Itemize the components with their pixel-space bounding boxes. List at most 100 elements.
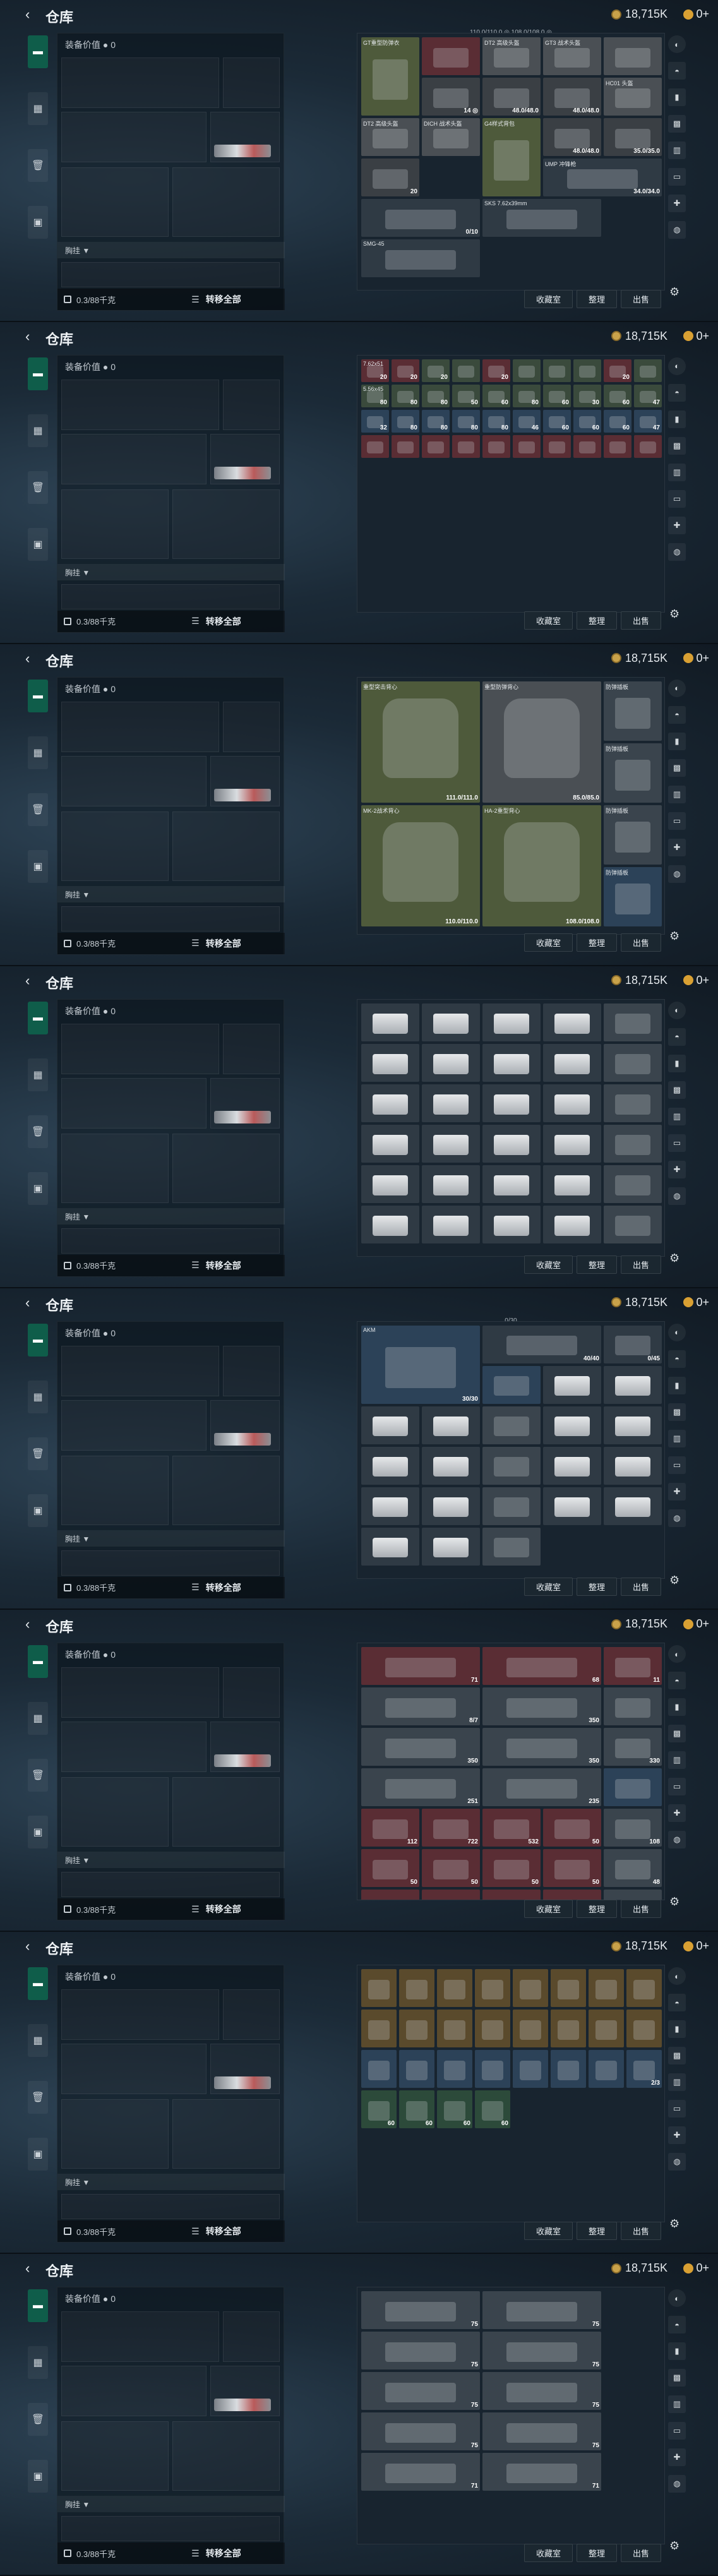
helmet-slot[interactable] [61, 1455, 169, 1525]
knife-item[interactable] [214, 466, 271, 479]
storage-item[interactable]: 48 [604, 1849, 662, 1888]
storage-item[interactable]: 75 [361, 2412, 480, 2451]
back-arrow-icon[interactable]: ‹ [25, 973, 42, 989]
storage-item[interactable] [589, 2050, 624, 2088]
bag-icon[interactable]: ▥ [668, 1429, 686, 1447]
chest-rig-bar[interactable]: 胸挂 ▼ [57, 1852, 285, 1869]
storage-item[interactable] [422, 1124, 480, 1163]
backpack-slot[interactable] [61, 906, 280, 932]
ammo-icon[interactable]: ▮ [668, 1054, 686, 1072]
storage-item[interactable]: 20 [392, 359, 419, 382]
storage-item[interactable]: 20 [604, 359, 631, 382]
storage-item[interactable]: HA-2重型背心 108.0/108.0 [482, 805, 601, 926]
collection-room-button[interactable]: 收藏室 [524, 2543, 573, 2562]
storage-item[interactable] [543, 1406, 601, 1444]
storage-item[interactable]: 14 ◎ [422, 78, 480, 116]
storage-item[interactable] [392, 434, 419, 458]
pistol-icon[interactable]: ▬ [28, 1001, 48, 1034]
storage-item[interactable]: 80 [422, 409, 450, 433]
chest-rig-bar[interactable]: 胸挂 ▼ [57, 1530, 285, 1547]
storage-item[interactable]: 75 [361, 2372, 480, 2411]
storage-item[interactable]: 防弹插板 [604, 866, 662, 926]
sort-button[interactable]: 整理 [576, 611, 617, 630]
vest-icon[interactable]: ▩ [668, 1081, 686, 1099]
storage-item[interactable] [604, 1165, 662, 1203]
storage-item[interactable] [361, 1084, 419, 1122]
gear-icon[interactable]: ⚙ [669, 2217, 685, 2232]
secondary-weapon-slot[interactable] [61, 1077, 206, 1129]
premium-currency[interactable]: 0+ [683, 1617, 709, 1631]
sell-button[interactable]: 出售 [620, 289, 661, 308]
back-arrow-icon[interactable]: ‹ [25, 6, 42, 23]
storage-item[interactable]: 2/3 [626, 2050, 662, 2088]
primary-weapon-slot[interactable] [61, 1667, 219, 1718]
primary-weapon-slot[interactable] [61, 1345, 219, 1396]
bag-icon[interactable]: ▥ [668, 1751, 686, 1770]
sidearm-slot[interactable] [223, 57, 280, 108]
storage-item[interactable] [422, 1205, 480, 1243]
storage-item[interactable]: 重型防弹背心 85.0/85.0 [482, 681, 601, 803]
storage-item[interactable]: 80 [392, 384, 419, 407]
premium-currency[interactable]: 0+ [683, 1939, 709, 1953]
storage-item[interactable] [422, 1003, 480, 1041]
storage-item[interactable] [361, 1003, 419, 1041]
trash-icon[interactable]: 🗑 [28, 470, 48, 504]
knife-item[interactable] [214, 788, 271, 801]
vest-icon[interactable]: ▩ [668, 436, 686, 455]
storage-item[interactable]: 532 [482, 1809, 541, 1847]
storage-item[interactable] [482, 434, 510, 458]
storage-item[interactable] [399, 2010, 434, 2048]
storage-item[interactable] [422, 1406, 480, 1444]
ammo-icon[interactable]: ▮ [668, 410, 686, 428]
storage-item[interactable]: 108 [604, 1809, 662, 1847]
storage-item[interactable] [543, 359, 571, 382]
storage-item[interactable] [604, 37, 662, 75]
storage-item[interactable] [604, 1487, 662, 1525]
vest-icon[interactable]: ▩ [668, 758, 686, 777]
ammo-icon[interactable]: ▮ [668, 1698, 686, 1716]
briefcase-icon[interactable]: ▣ [28, 206, 48, 239]
storage-item[interactable]: DT2 高级头盔 [361, 118, 419, 156]
trash-icon[interactable]: 🗑 [28, 1759, 48, 1792]
storage-item[interactable] [543, 1003, 601, 1041]
trash-icon[interactable]: 🗑 [28, 793, 48, 826]
helmet-icon[interactable]: ◓ [668, 1672, 686, 1690]
storage-item[interactable]: 重型突击背心 111.0/111.0 [361, 681, 480, 803]
storage-item[interactable]: 50 [452, 384, 480, 407]
storage-item[interactable] [422, 1446, 480, 1485]
storage-item[interactable] [422, 1084, 480, 1122]
secondary-weapon-slot[interactable] [61, 433, 206, 484]
trash-icon[interactable]: 🗑 [28, 149, 48, 182]
ammo-icon[interactable]: ▮ [668, 2020, 686, 2039]
primary-weapon-slot[interactable] [61, 57, 219, 108]
storage-item[interactable]: 5.56x45 80 [361, 384, 389, 407]
vest-icon[interactable]: ▩ [668, 1403, 686, 1421]
storage-item[interactable] [589, 2010, 624, 2048]
storage-item[interactable] [475, 1969, 510, 2008]
storage-item[interactable] [604, 1003, 662, 1041]
storage-item[interactable] [422, 1890, 480, 1900]
storage-item[interactable] [604, 1406, 662, 1444]
pistol-icon[interactable]: ▬ [28, 2289, 48, 2323]
storage-item[interactable]: 47 [634, 384, 662, 407]
helmet-slot[interactable] [61, 811, 169, 881]
sort-button[interactable]: 整理 [576, 1578, 617, 1596]
storage-item[interactable]: DT2 高级头盔 [482, 37, 541, 75]
chest-rig-bar[interactable]: 胸挂 ▼ [57, 885, 285, 902]
backpack-slot[interactable] [61, 1872, 280, 1898]
pin-icon[interactable]: ◐ [668, 1967, 686, 1986]
storage-item[interactable]: 20 [422, 359, 450, 382]
collection-room-button[interactable]: 收藏室 [524, 933, 573, 952]
storage-item[interactable]: 71 [361, 2453, 480, 2491]
knife-item[interactable] [214, 1754, 271, 1768]
storage-item[interactable]: SMG-45 [361, 239, 480, 277]
transfer-all-button[interactable]: 转移全部 [206, 1903, 241, 1915]
transfer-all-button[interactable]: 转移全部 [206, 615, 241, 628]
storage-item[interactable] [551, 2050, 586, 2088]
storage-item[interactable] [604, 1043, 662, 1082]
helmet-slot[interactable] [61, 1777, 169, 1847]
sidearm-slot[interactable] [223, 1023, 280, 1074]
secondary-weapon-slot[interactable] [61, 755, 206, 806]
medkit-icon[interactable]: ✚ [668, 838, 686, 856]
storage-item[interactable]: 48.0/48.0 [482, 78, 541, 116]
